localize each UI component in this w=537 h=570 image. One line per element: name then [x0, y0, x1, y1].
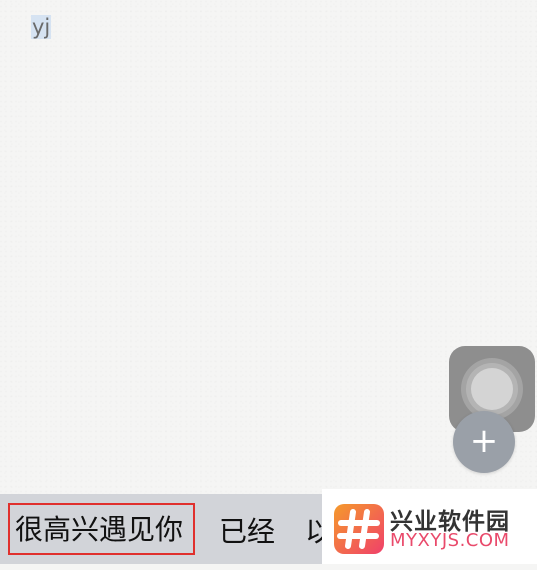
composition-underline-text: yj — [31, 15, 52, 39]
watermark: 兴业软件园 MYXYJS.COM — [322, 489, 537, 564]
assistive-touch-icon — [471, 368, 513, 410]
plus-icon: + — [469, 421, 499, 461]
candidate-word-2[interactable]: 已经 — [219, 494, 275, 564]
candidate-word-1[interactable]: 很高兴遇见你 — [8, 503, 195, 555]
watermark-url: MYXYJS.COM — [390, 530, 510, 551]
composition-text: yj — [31, 12, 52, 42]
watermark-logo-icon — [334, 504, 384, 554]
add-button[interactable]: + — [453, 411, 515, 473]
